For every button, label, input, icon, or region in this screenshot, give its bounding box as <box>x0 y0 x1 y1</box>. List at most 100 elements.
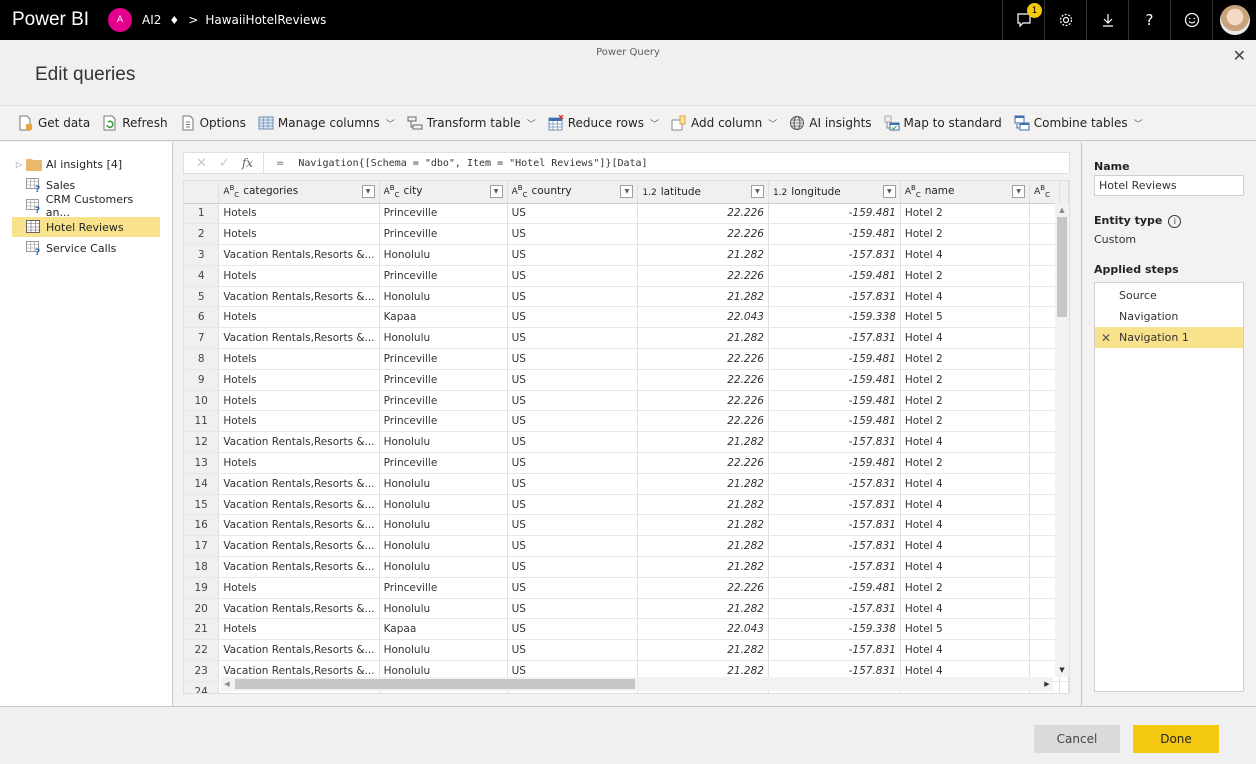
row-number[interactable]: 19 <box>184 577 220 599</box>
table-cell[interactable]: -157.831 <box>768 598 901 620</box>
table-cell[interactable]: 21.282 <box>637 286 769 308</box>
column-filter-dropdown-icon[interactable]: ▼ <box>489 185 503 199</box>
table-cell[interactable]: Vacation Rentals,Resorts &... <box>218 431 380 454</box>
table-cell[interactable]: Hotels <box>218 203 380 225</box>
scroll-up-arrow-icon[interactable]: ▲ <box>1055 203 1069 217</box>
app-name[interactable]: Power BI <box>12 9 108 31</box>
report-name[interactable]: HawaiiHotelReviews <box>205 13 326 27</box>
table-cell[interactable]: Hotels <box>218 265 380 287</box>
help-button[interactable]: ? <box>1128 0 1170 40</box>
column-header-country[interactable]: ABC country ▼ <box>507 181 639 204</box>
table-cell[interactable]: -159.481 <box>768 265 901 287</box>
table-cell[interactable]: Hotel 2 <box>900 369 1031 391</box>
table-row[interactable]: 16 Vacation Rentals,Resorts &... Honolulu U… <box>184 514 1069 537</box>
transform-table-button[interactable]: Transform table ﹀ <box>407 115 536 131</box>
cancel-formula-icon[interactable]: ✕ <box>196 156 207 171</box>
table-cell[interactable]: Princeville <box>379 369 508 391</box>
row-number[interactable]: 9 <box>184 369 220 391</box>
table-row[interactable]: 5 Vacation Rentals,Resorts &... Honolulu US… <box>184 286 1069 308</box>
table-cell[interactable]: -159.481 <box>768 369 901 391</box>
table-cell[interactable]: Hotels <box>218 618 380 641</box>
user-profile-button[interactable] <box>1212 0 1256 40</box>
table-cell[interactable]: 22.043 <box>637 618 769 641</box>
vertical-scroll-thumb[interactable] <box>1057 217 1067 317</box>
table-cell[interactable]: Hotels <box>218 410 380 433</box>
table-cell[interactable]: 22.226 <box>637 203 769 225</box>
table-cell[interactable]: Honolulu <box>379 556 508 578</box>
column-header-city[interactable]: ABC city ▼ <box>379 181 508 204</box>
table-cell[interactable]: Hotel 4 <box>900 244 1031 266</box>
table-cell[interactable]: 22.226 <box>637 223 769 246</box>
download-button[interactable] <box>1086 0 1128 40</box>
table-cell[interactable]: Hotel 4 <box>900 473 1031 495</box>
table-cell[interactable]: -159.481 <box>768 203 901 225</box>
column-filter-dropdown-icon[interactable]: ▼ <box>750 185 764 199</box>
table-row[interactable]: 22 Vacation Rentals,Resorts &... Honolulu U… <box>184 639 1069 662</box>
row-number[interactable]: 3 <box>184 244 220 266</box>
table-cell[interactable]: -157.831 <box>768 535 901 558</box>
row-number[interactable]: 16 <box>184 514 220 537</box>
column-filter-dropdown-icon[interactable]: ▼ <box>882 185 896 199</box>
text-type-icon[interactable]: ABC <box>1034 184 1050 199</box>
table-row[interactable]: 10 Hotels Princeville US 22.226 -159.481 Hotel… <box>184 390 1069 412</box>
text-type-icon[interactable]: ABC <box>905 184 921 199</box>
expand-caret-icon[interactable]: ▷ <box>12 160 26 169</box>
table-cell[interactable]: US <box>507 514 639 537</box>
table-cell[interactable]: 21.282 <box>637 327 769 350</box>
query-item-hotel-reviews[interactable]: Hotel Reviews <box>12 217 160 237</box>
table-cell[interactable]: Hotels <box>218 223 380 246</box>
column-filter-dropdown-icon[interactable]: ▼ <box>620 185 634 199</box>
row-number[interactable]: 12 <box>184 431 220 454</box>
table-cell[interactable]: 21.282 <box>637 639 769 662</box>
column-filter-dropdown-icon[interactable]: ▼ <box>1012 185 1026 199</box>
query-item-service-calls[interactable]: ? Service Calls <box>12 238 160 258</box>
row-number[interactable]: 14 <box>184 473 220 495</box>
table-cell[interactable]: US <box>507 390 639 412</box>
table-cell[interactable]: 22.226 <box>637 390 769 412</box>
table-cell[interactable]: 22.043 <box>637 306 769 329</box>
table-cell[interactable]: Honolulu <box>379 244 508 266</box>
table-cell[interactable]: -159.338 <box>768 618 901 641</box>
query-name-input[interactable] <box>1094 175 1244 196</box>
table-row[interactable]: 2 Hotels Princeville US 22.226 -159.481 Hotel … <box>184 223 1069 246</box>
table-cell[interactable]: Vacation Rentals,Resorts &... <box>218 639 380 662</box>
refresh-button[interactable]: Refresh <box>102 115 168 131</box>
table-cell[interactable]: Hotel 4 <box>900 431 1031 454</box>
table-row[interactable]: 12 Vacation Rentals,Resorts &... Honolulu U… <box>184 431 1069 454</box>
decimal-type-icon[interactable]: 1.2 <box>642 188 656 198</box>
table-cell[interactable]: Hotel 4 <box>900 639 1031 662</box>
table-cell[interactable]: 21.282 <box>637 473 769 495</box>
table-cell[interactable]: 21.282 <box>637 494 769 516</box>
table-cell[interactable]: Hotel 4 <box>900 327 1031 350</box>
table-cell[interactable]: Vacation Rentals,Resorts &... <box>218 556 380 578</box>
table-cell[interactable]: Hotel 2 <box>900 223 1031 246</box>
table-cell[interactable]: US <box>507 598 639 620</box>
table-cell[interactable]: Hotels <box>218 452 380 474</box>
table-cell[interactable]: 21.282 <box>637 431 769 454</box>
close-dialog-button[interactable]: ✕ <box>1233 46 1246 65</box>
map-to-standard-button[interactable]: Map to standard <box>884 115 1002 131</box>
table-cell[interactable]: 22.226 <box>637 348 769 370</box>
table-cell[interactable]: Princeville <box>379 452 508 474</box>
table-cell[interactable]: Honolulu <box>379 598 508 620</box>
table-cell[interactable]: US <box>507 535 639 558</box>
table-cell[interactable]: US <box>507 494 639 516</box>
scroll-right-arrow-icon[interactable]: ▶ <box>1041 677 1053 691</box>
table-cell[interactable]: US <box>507 244 639 266</box>
table-cell[interactable]: US <box>507 556 639 578</box>
info-icon[interactable]: i <box>1168 215 1182 228</box>
column-header-categories[interactable]: ABC categories ▼ <box>218 181 380 204</box>
table-cell[interactable]: US <box>507 369 639 391</box>
table-cell[interactable]: Hotel 5 <box>900 306 1031 329</box>
table-cell[interactable]: Princeville <box>379 390 508 412</box>
table-cell[interactable]: -157.831 <box>768 244 901 266</box>
column-filter-dropdown-icon[interactable]: ▼ <box>361 185 375 199</box>
table-cell[interactable]: US <box>507 473 639 495</box>
table-cell[interactable]: 22.226 <box>637 452 769 474</box>
text-type-icon[interactable]: ABC <box>512 184 528 199</box>
table-cell[interactable]: US <box>507 265 639 287</box>
table-cell[interactable]: -159.481 <box>768 348 901 370</box>
table-cell[interactable]: Vacation Rentals,Resorts &... <box>218 514 380 537</box>
table-cell[interactable]: Hotels <box>218 369 380 391</box>
table-cell[interactable]: -157.831 <box>768 431 901 454</box>
